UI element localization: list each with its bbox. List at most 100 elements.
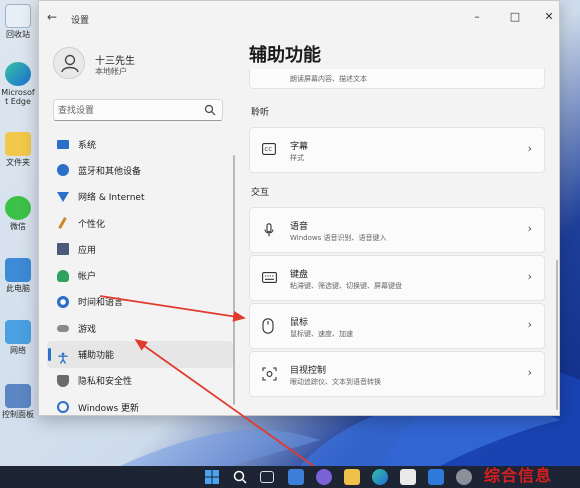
sidebar-item-gaming[interactable]: 游戏 xyxy=(47,315,233,341)
minimize-button[interactable]: – xyxy=(469,10,485,23)
main-content: 辅助功能 朗读屏幕内容、描述文本 聆听 CC 字幕 样式 › 交互 语音 Win… xyxy=(249,35,558,415)
sidebar-item-label: Windows 更新 xyxy=(78,403,140,414)
desktop-icon-label: Microsoft Edge xyxy=(1,88,35,106)
desktop-icons: 回收站 Microsoft Edge 文件夹 微信 此电脑 网络 控制面板 xyxy=(0,0,36,466)
edge-icon[interactable] xyxy=(372,469,388,485)
sidebar-item-apps[interactable]: 应用 xyxy=(47,236,233,262)
edge-icon xyxy=(5,62,31,86)
desktop-icon-label: 此电脑 xyxy=(6,284,30,293)
card-desc: 鼠标键、速度、加速 xyxy=(290,330,353,338)
settings-card-captions[interactable]: CC 字幕 样式 › xyxy=(249,127,545,173)
settings-card-eye-control[interactable]: 目视控制 眼动追踪仪、文本到语音转换 › xyxy=(249,351,545,397)
user-profile[interactable]: 十三先生 本地帐户 xyxy=(53,47,233,87)
search-icon[interactable] xyxy=(204,104,216,116)
back-button[interactable]: ← xyxy=(47,10,57,24)
card-title: 语音 xyxy=(290,222,309,232)
main-scrollbar[interactable] xyxy=(556,260,558,410)
settings-card-mouse[interactable]: 鼠标 鼠标键、速度、加速 › xyxy=(249,303,545,349)
close-button[interactable]: ✕ xyxy=(541,10,557,23)
account-icon xyxy=(57,269,69,282)
sidebar-item-label: 辅助功能 xyxy=(78,351,115,362)
settings-card-speech[interactable]: 语音 Windows 语音识别、语音键入 › xyxy=(249,207,545,253)
desktop-icon-label: 网络 xyxy=(10,346,26,355)
bluetooth-icon xyxy=(57,164,69,177)
desktop-icon-control-panel[interactable]: 控制面板 xyxy=(0,384,36,419)
time-language-icon xyxy=(57,295,69,308)
window-title: 设置 xyxy=(71,16,90,26)
search-icon[interactable] xyxy=(232,469,248,485)
widgets-icon[interactable] xyxy=(288,469,304,485)
chevron-right-icon: › xyxy=(527,318,532,331)
start-icon[interactable] xyxy=(204,469,220,485)
sidebar-item-bluetooth[interactable]: 蓝牙和其他设备 xyxy=(47,157,233,183)
sidebar-item-privacy[interactable]: 隐私和安全性 xyxy=(47,368,233,394)
desktop-icon-label: 控制面板 xyxy=(2,410,34,419)
title-bar: ← 设置 – □ ✕ xyxy=(39,1,559,35)
maximize-button[interactable]: □ xyxy=(507,10,523,23)
keyboard-icon xyxy=(262,272,277,283)
settings-window: ← 设置 – □ ✕ 十三先生 本地帐户 查找设置 系统 蓝牙和其他设备 网络 … xyxy=(38,0,560,416)
card-desc: Windows 语音识别、语音键入 xyxy=(290,234,387,242)
sidebar-item-windows-update[interactable]: Windows 更新 xyxy=(47,394,233,420)
card-desc: 粘滞键、筛选键、切换键、屏幕键盘 xyxy=(290,282,402,290)
task-view-icon[interactable] xyxy=(260,471,274,483)
desktop-icon-computer[interactable]: 此电脑 xyxy=(0,258,36,293)
desktop-icon-label: 微信 xyxy=(10,222,26,231)
personalization-icon xyxy=(58,217,67,229)
sidebar-item-label: 个性化 xyxy=(78,219,106,230)
chevron-right-icon: › xyxy=(527,366,532,379)
user-icon xyxy=(61,54,79,73)
desktop-icon-edge[interactable]: Microsoft Edge xyxy=(0,62,36,106)
section-header: 交互 xyxy=(251,188,270,198)
desktop-icon-recycle-bin[interactable]: 回收站 xyxy=(0,4,36,39)
desktop-icon-label: 文件夹 xyxy=(6,158,30,167)
sidebar-scrollbar[interactable] xyxy=(233,155,235,405)
sidebar-item-label: 隐私和安全性 xyxy=(78,377,133,388)
card-title: 字幕 xyxy=(290,142,309,152)
eye-control-icon xyxy=(262,367,277,381)
settings-card-partial[interactable]: 朗读屏幕内容、描述文本 xyxy=(249,69,545,89)
settings-card-keyboard[interactable]: 键盘 粘滞键、筛选键、切换键、屏幕键盘 › xyxy=(249,255,545,301)
desktop-icon-network[interactable]: 网络 xyxy=(0,320,36,355)
apps-icon xyxy=(57,243,69,256)
desktop-icon-wechat[interactable]: 微信 xyxy=(0,196,36,231)
account-type: 本地帐户 xyxy=(95,67,127,76)
search-input[interactable] xyxy=(58,103,198,118)
sidebar-item-label: 游戏 xyxy=(78,324,97,335)
recycle-bin-icon xyxy=(5,4,31,28)
settings-icon[interactable] xyxy=(456,469,472,485)
sidebar-item-personalization[interactable]: 个性化 xyxy=(47,210,233,236)
gaming-icon xyxy=(57,324,69,332)
sidebar-item-accessibility[interactable]: 辅助功能 xyxy=(47,341,233,368)
sidebar-item-accounts[interactable]: 帐户 xyxy=(47,262,233,288)
sidebar-item-time-language[interactable]: 时间和语言 xyxy=(47,289,233,315)
computer-icon xyxy=(5,258,31,282)
network-icon xyxy=(57,191,69,202)
sidebar: 十三先生 本地帐户 系统 蓝牙和其他设备 网络 & Internet xyxy=(39,35,239,415)
card-title: 目视控制 xyxy=(290,366,327,376)
sidebar-item-network[interactable]: 网络 & Internet xyxy=(47,184,233,210)
chevron-right-icon: › xyxy=(527,270,532,283)
file-explorer-icon[interactable] xyxy=(344,469,360,485)
sidebar-item-system[interactable]: 系统 xyxy=(47,131,233,157)
network-icon xyxy=(5,320,31,344)
privacy-icon xyxy=(57,374,69,387)
mail-icon[interactable] xyxy=(428,469,444,485)
microphone-icon xyxy=(264,223,274,237)
user-name: 十三先生 xyxy=(95,56,135,67)
chat-icon[interactable] xyxy=(316,469,332,485)
desktop-icon-label: 回收站 xyxy=(6,30,30,39)
search-box xyxy=(53,99,223,121)
control-panel-icon xyxy=(5,384,31,408)
chevron-right-icon: › xyxy=(527,142,532,155)
section-header: 聆听 xyxy=(251,108,270,118)
card-desc: 样式 xyxy=(290,154,304,162)
watermark: 综合信息 xyxy=(484,466,553,485)
card-desc: 朗读屏幕内容、描述文本 xyxy=(290,75,367,83)
sidebar-item-label: 网络 & Internet xyxy=(78,193,145,204)
store-icon[interactable] xyxy=(400,469,416,485)
desktop-icon-folder[interactable]: 文件夹 xyxy=(0,132,36,167)
sidebar-item-label: 系统 xyxy=(78,140,97,151)
wechat-icon xyxy=(5,196,31,220)
mouse-icon xyxy=(262,318,274,334)
